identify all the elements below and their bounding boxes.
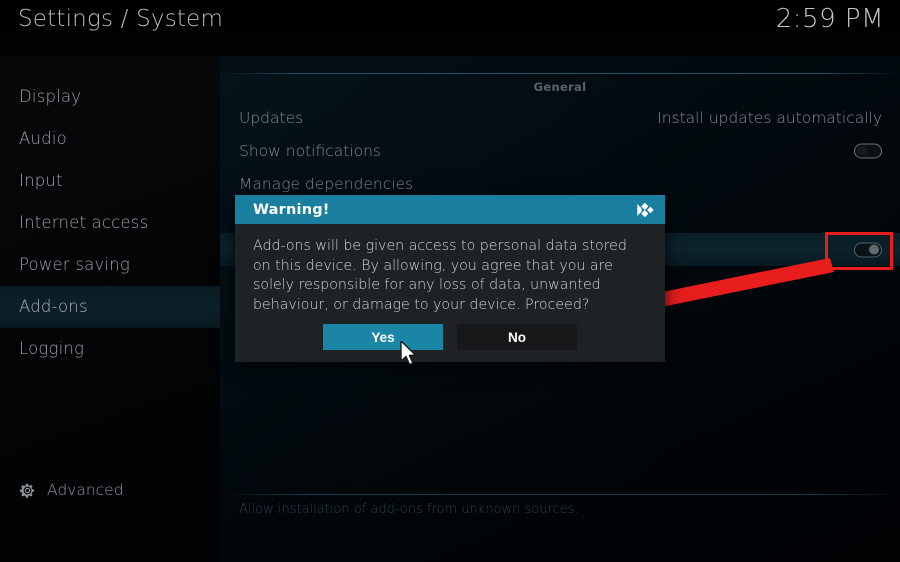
setting-description: Allow installation of add-ons from unkno… <box>239 502 579 517</box>
setting-label: Show notifications <box>239 141 381 160</box>
show-notifications-toggle[interactable] <box>854 143 882 158</box>
sidebar-item-label: Power saving <box>19 255 130 274</box>
dialog-message: Add-ons will be given access to personal… <box>253 238 627 313</box>
sidebar-item-internet-access[interactable]: Internet access <box>0 202 220 244</box>
sidebar-item-label: Logging <box>19 339 85 358</box>
content-bottom-divider <box>220 494 900 495</box>
clock: 2:59 PM <box>775 4 884 34</box>
toggle-highlight-box <box>825 232 893 270</box>
sidebar-item-label: Add-ons <box>19 297 88 316</box>
sidebar-item-label: Audio <box>19 129 67 148</box>
sidebar-item-display[interactable]: Display <box>0 76 220 118</box>
dialog-title: Warning! <box>253 201 330 218</box>
sidebar: Display Audio Input Internet access Powe… <box>0 76 220 376</box>
advanced-button[interactable]: Advanced <box>19 478 124 502</box>
no-button[interactable]: No <box>457 324 577 350</box>
sidebar-item-input[interactable]: Input <box>0 160 220 202</box>
sidebar-item-label: Internet access <box>19 213 149 232</box>
sidebar-item-logging[interactable]: Logging <box>0 328 220 370</box>
sidebar-item-add-ons[interactable]: Add-ons <box>0 286 220 328</box>
gear-icon <box>19 483 34 498</box>
sidebar-item-label: Display <box>19 87 82 106</box>
toggle-knob <box>857 145 867 156</box>
sidebar-item-power-saving[interactable]: Power saving <box>0 244 220 286</box>
warning-dialog: Warning! Add-ons will be given access to… <box>235 195 665 362</box>
setting-value: Install updates automatically <box>657 108 882 127</box>
setting-label: Updates <box>239 108 304 127</box>
sidebar-item-audio[interactable]: Audio <box>0 118 220 160</box>
setting-label: Manage dependencies <box>239 174 414 193</box>
setting-row-show-notifications[interactable]: Show notifications <box>220 134 900 167</box>
kodi-settings-screen: Settings / System 2:59 PM Display Audio … <box>0 0 900 562</box>
page-title: Settings / System <box>18 6 224 32</box>
sidebar-item-label: Input <box>19 171 63 190</box>
kodi-logo-icon <box>637 202 654 217</box>
dialog-header: Warning! <box>235 195 665 224</box>
advanced-label: Advanced <box>47 481 124 499</box>
dialog-button-bar: Yes No <box>235 324 665 350</box>
setting-row-updates[interactable]: Updates Install updates automatically <box>220 101 900 134</box>
yes-button[interactable]: Yes <box>323 324 443 350</box>
